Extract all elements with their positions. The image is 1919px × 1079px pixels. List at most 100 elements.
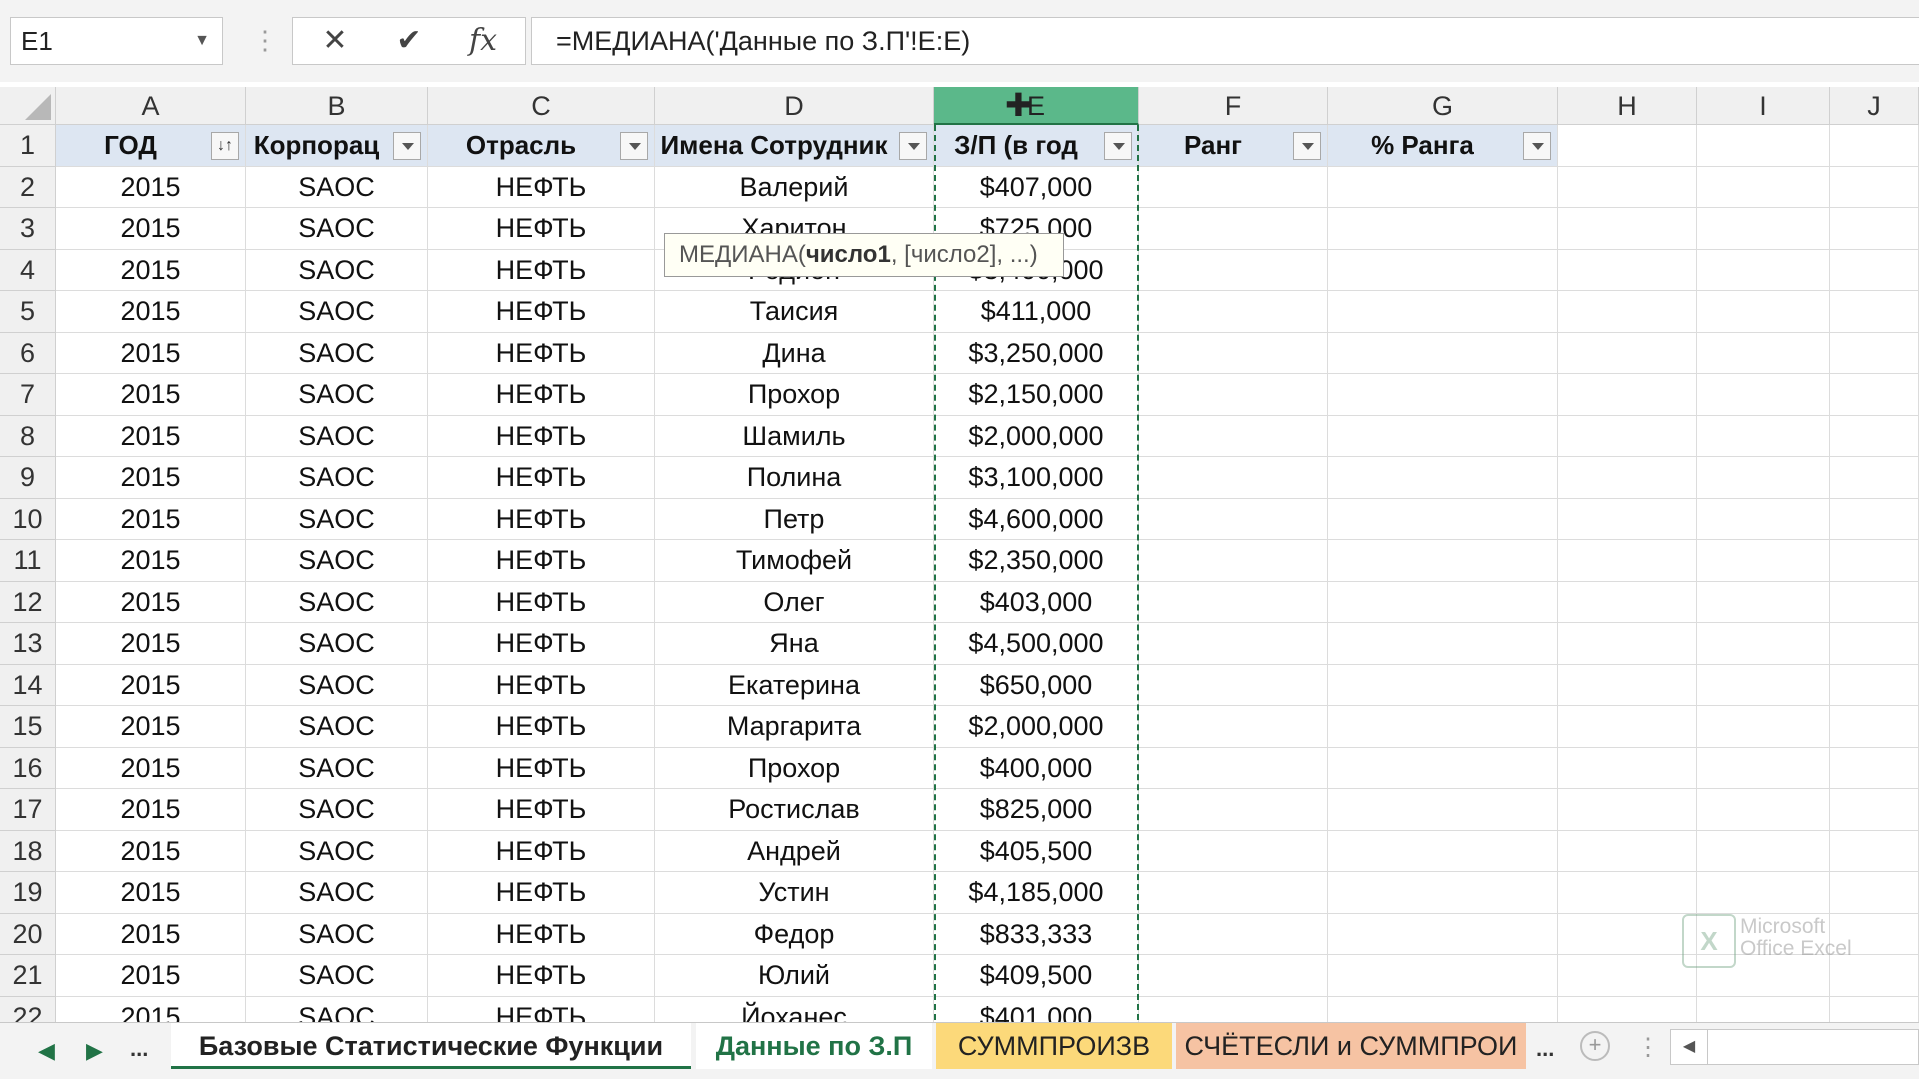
table-cell[interactable] [1139,415,1328,457]
table-cell[interactable]: $3,250,000 [934,332,1139,374]
table-header-cell[interactable]: Имена Сотрудник [655,125,934,167]
table-cell[interactable]: Маргарита [655,706,934,748]
table-cell[interactable]: 2015 [56,332,246,374]
table-cell[interactable]: НЕФТЬ [428,208,655,250]
table-cell[interactable] [1697,332,1830,374]
table-cell[interactable]: НЕФТЬ [428,540,655,582]
row-header[interactable]: 7 [0,374,56,416]
table-cell[interactable]: SAOC [246,664,428,706]
row-header[interactable]: 2 [0,166,56,208]
table-cell[interactable]: 2015 [56,955,246,997]
table-cell[interactable]: SAOC [246,457,428,499]
table-cell[interactable]: $407,000 [934,166,1139,208]
table-cell[interactable] [1139,872,1328,914]
table-cell[interactable] [1830,457,1919,499]
table-cell[interactable] [1830,291,1919,333]
insert-function-icon[interactable]: fx [453,18,513,64]
column-header-j[interactable]: J [1830,87,1919,125]
table-cell[interactable] [1139,498,1328,540]
table-cell[interactable] [1830,581,1919,623]
table-cell[interactable] [1328,581,1558,623]
table-cell[interactable] [1139,830,1328,872]
table-cell[interactable] [1558,291,1697,333]
table-cell[interactable]: 2015 [56,457,246,499]
table-cell[interactable] [1697,581,1830,623]
table-cell[interactable]: $409,500 [934,955,1139,997]
table-cell[interactable] [1139,540,1328,582]
row-header[interactable]: 16 [0,747,56,789]
table-cell[interactable] [1328,789,1558,831]
table-cell[interactable]: НЕФТЬ [428,415,655,457]
cell[interactable] [1697,125,1830,167]
table-cell[interactable]: 2015 [56,498,246,540]
table-cell[interactable]: НЕФТЬ [428,955,655,997]
table-cell[interactable] [1328,540,1558,582]
table-cell[interactable]: НЕФТЬ [428,332,655,374]
formula-input[interactable]: =МЕДИАНА('Данные по З.П'!E:E) [531,17,1919,65]
table-cell[interactable]: $4,500,000 [934,623,1139,665]
row-header[interactable]: 12 [0,581,56,623]
table-cell[interactable]: НЕФТЬ [428,872,655,914]
table-cell[interactable] [1697,291,1830,333]
row-header[interactable]: 11 [0,540,56,582]
table-cell[interactable]: SAOC [246,540,428,582]
table-cell[interactable]: НЕФТЬ [428,581,655,623]
column-header-a[interactable]: A [56,87,246,125]
table-cell[interactable]: Тимофей [655,540,934,582]
table-cell[interactable]: НЕФТЬ [428,457,655,499]
table-cell[interactable] [1697,830,1830,872]
table-cell[interactable]: $833,333 [934,913,1139,955]
table-cell[interactable] [1328,249,1558,291]
cell[interactable] [1830,125,1919,167]
table-cell[interactable] [1830,540,1919,582]
table-cell[interactable]: SAOC [246,747,428,789]
table-cell[interactable] [1558,374,1697,416]
more-sheets-left[interactable]: ... [130,1031,148,1067]
sheet-tab-basic-stats[interactable]: Базовые Статистические Функции [171,1023,691,1069]
cancel-icon[interactable]: ✕ [305,18,365,64]
table-cell[interactable] [1697,623,1830,665]
table-cell[interactable] [1558,872,1697,914]
table-cell[interactable]: 2015 [56,706,246,748]
table-cell[interactable]: $2,000,000 [934,706,1139,748]
table-cell[interactable]: $2,150,000 [934,374,1139,416]
table-cell[interactable]: $2,350,000 [934,540,1139,582]
table-header-cell[interactable]: Ранг [1139,125,1328,167]
filter-dropdown-icon[interactable] [393,132,421,160]
row-header[interactable]: 13 [0,623,56,665]
table-cell[interactable]: SAOC [246,498,428,540]
table-cell[interactable] [1139,332,1328,374]
table-cell[interactable]: НЕФТЬ [428,830,655,872]
sheet-tab-salary-data[interactable]: Данные по З.П [696,1023,932,1069]
row-header[interactable]: 9 [0,457,56,499]
next-sheet-icon[interactable]: ▶ [86,1033,103,1069]
table-cell[interactable]: НЕФТЬ [428,664,655,706]
table-cell[interactable]: Яна [655,623,934,665]
table-cell[interactable]: 2015 [56,249,246,291]
table-cell[interactable]: Устин [655,872,934,914]
table-cell[interactable]: SAOC [246,291,428,333]
row-header[interactable]: 20 [0,913,56,955]
row-header[interactable]: 6 [0,332,56,374]
table-cell[interactable] [1328,415,1558,457]
table-cell[interactable]: НЕФТЬ [428,706,655,748]
row-header[interactable]: 14 [0,664,56,706]
table-cell[interactable]: Прохор [655,747,934,789]
table-cell[interactable] [1830,332,1919,374]
table-cell[interactable] [1139,581,1328,623]
table-cell[interactable]: SAOC [246,955,428,997]
column-header-h[interactable]: H [1558,87,1697,125]
table-cell[interactable]: Полина [655,457,934,499]
table-cell[interactable]: SAOC [246,249,428,291]
row-header[interactable]: 21 [0,955,56,997]
row-header[interactable]: 17 [0,789,56,831]
more-sheets-right[interactable]: ... [1536,1031,1554,1067]
table-cell[interactable] [1139,747,1328,789]
table-cell[interactable] [1558,623,1697,665]
table-cell[interactable] [1558,789,1697,831]
table-cell[interactable] [1558,457,1697,499]
table-cell[interactable]: НЕФТЬ [428,747,655,789]
table-cell[interactable] [1328,913,1558,955]
filter-dropdown-icon[interactable] [1523,132,1551,160]
column-header-f[interactable]: F [1139,87,1328,125]
